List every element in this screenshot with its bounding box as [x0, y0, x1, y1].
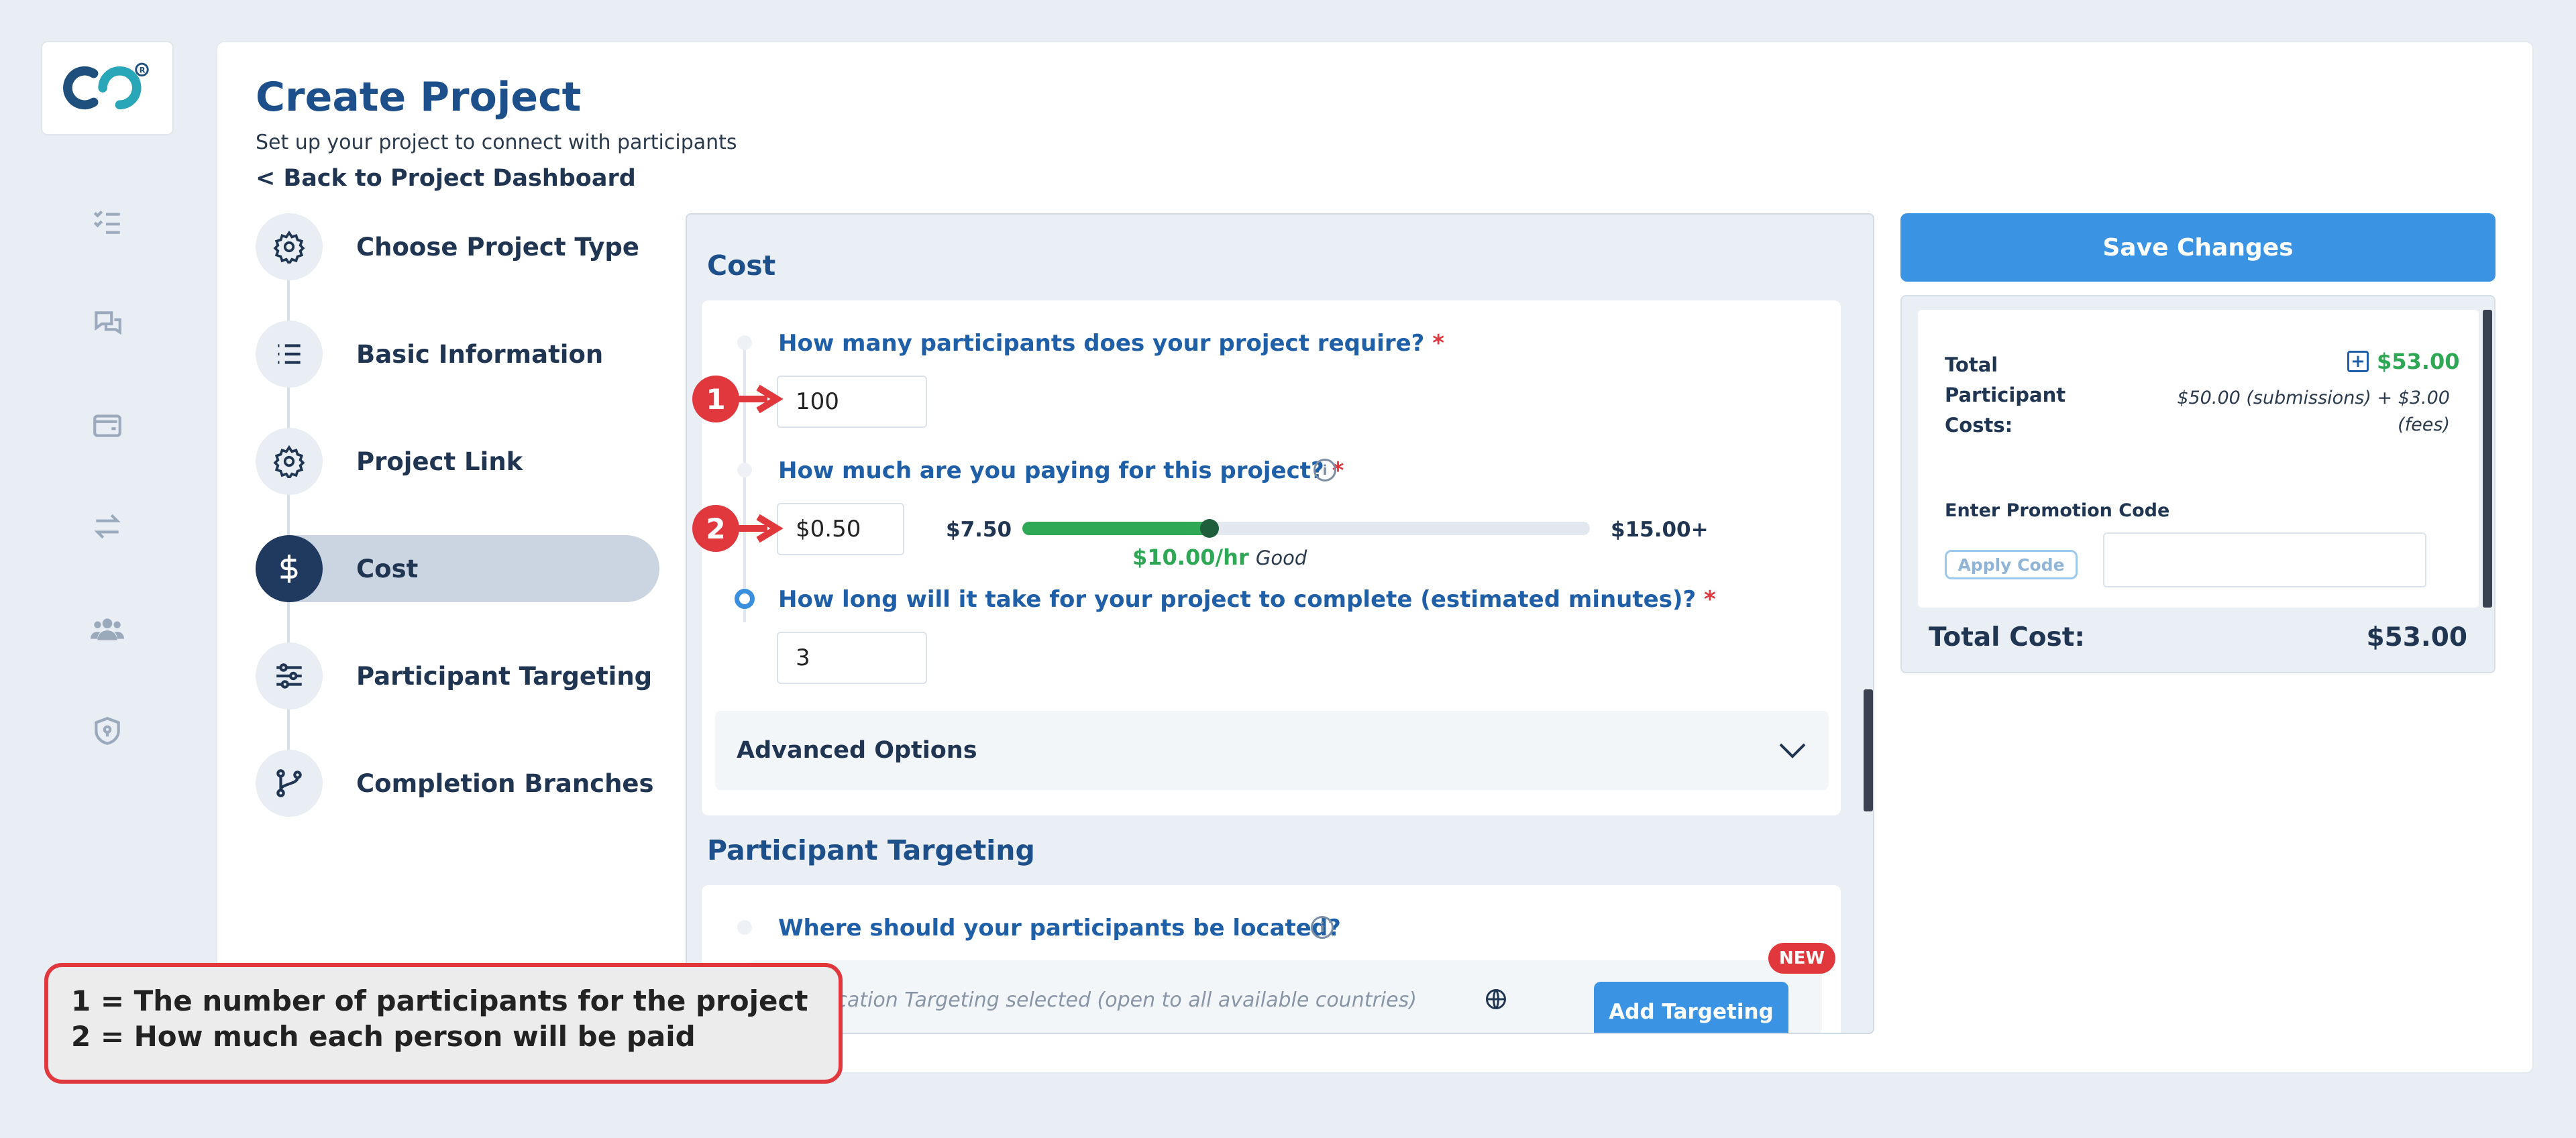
participants-question: How many participants does your project … [778, 330, 1444, 357]
chevron-left-icon: < [256, 165, 284, 192]
info-icon[interactable]: i [1311, 916, 1334, 939]
summary-card: Total Participant Costs: + $53.00 $50.00… [1918, 310, 2492, 608]
slider-fill [1022, 522, 1210, 535]
apply-code-button[interactable]: Apply Code [1945, 550, 2078, 579]
step-cost[interactable]: Cost [256, 535, 659, 602]
shield-icon[interactable] [91, 714, 124, 748]
location-text: No Location Targeting selected (open to … [779, 988, 1417, 1012]
logo-icon: R [63, 62, 149, 110]
step-label: Project Link [356, 447, 523, 476]
cost-card: How many participants does your project … [702, 300, 1841, 815]
question-dot-active [735, 589, 755, 609]
back-link-label: Back to Project Dashboard [283, 165, 636, 192]
step-basic-information[interactable]: Basic Information [256, 321, 603, 388]
cost-summary-panel: Total Participant Costs: + $53.00 $50.00… [1900, 295, 2496, 673]
gear-icon [256, 213, 323, 280]
step-label: Choose Project Type [356, 232, 639, 262]
hourly-rate: $10.00/hr Good [1132, 545, 1307, 570]
step-label: Participant Targeting [356, 661, 653, 691]
duration-input[interactable]: 3 [777, 632, 927, 684]
step-label: Basic Information [356, 339, 604, 369]
payment-input[interactable]: $0.50 [777, 503, 904, 555]
question-dot [737, 920, 752, 935]
summary-scrollbar[interactable] [2483, 310, 2492, 608]
participant-costs-value: $53.00 [2377, 349, 2460, 374]
app-logo[interactable]: R [41, 41, 174, 135]
page-subtitle: Set up your project to connect with part… [256, 131, 737, 154]
step-project-link[interactable]: Project Link [256, 428, 523, 495]
total-participant-costs-label: Total Participant Costs: [1945, 353, 2066, 437]
step-choose-project-type[interactable]: Choose Project Type [256, 213, 639, 280]
save-changes-button[interactable]: Save Changes [1900, 213, 2496, 282]
new-badge: NEW [1768, 943, 1836, 974]
transfer-icon[interactable] [91, 510, 124, 543]
annotation-badge-1: 1 [692, 376, 739, 422]
chevron-down-icon [1779, 743, 1806, 758]
page-title: Create Project [256, 74, 582, 121]
cost-breakdown: $50.00 (submissions) + $3.00 (fees) [2177, 388, 2450, 435]
total-cost-label: Total Cost: [1929, 622, 2085, 652]
dollar-icon [256, 535, 323, 602]
annotation-arrow-2 [734, 514, 784, 543]
total-cost-value: $53.00 [2366, 622, 2468, 652]
promo-code-input[interactable] [2103, 532, 2426, 587]
total-participant-costs: + $53.00 [2347, 349, 2459, 374]
annotation-legend-line-2: 2 = How much each person will be paid [71, 1020, 696, 1053]
targeting-card: Where should your participants be locate… [702, 885, 1841, 1033]
sliders-icon [256, 642, 323, 709]
info-icon[interactable]: i [1313, 459, 1336, 481]
svg-text:R: R [140, 66, 146, 75]
wallet-icon[interactable] [91, 409, 124, 443]
location-question: Where should your participants be locate… [778, 915, 1341, 942]
users-icon[interactable] [91, 612, 124, 646]
advanced-options-toggle[interactable]: Advanced Options [715, 711, 1829, 790]
chat-icon[interactable] [91, 307, 124, 341]
hourly-rate-value: $10.00/hr [1132, 545, 1249, 570]
list-icon [256, 321, 323, 388]
pay-rate-slider[interactable] [1022, 519, 1590, 538]
step-label: Completion Branches [356, 769, 654, 798]
slider-max-label: $15.00+ [1611, 518, 1709, 542]
promo-label: Enter Promotion Code [1945, 500, 2170, 521]
cost-section-title: Cost [707, 249, 776, 282]
location-row: No Location Targeting selected (open to … [749, 960, 1822, 1033]
scrollbar-thumb[interactable] [1864, 689, 1873, 811]
plus-square-icon[interactable]: + [2347, 351, 2369, 372]
slider-min-label: $7.50 [946, 518, 1012, 542]
question-dot [737, 335, 752, 350]
branch-icon [256, 750, 323, 817]
step-label: Cost [356, 554, 419, 583]
annotation-legend: 1 = The number of participants for the p… [44, 963, 843, 1084]
targeting-section-title: Participant Targeting [707, 834, 1035, 866]
participants-input[interactable]: 100 [777, 376, 927, 428]
cost-form-panel: Cost How many participants does your pro… [686, 213, 1874, 1034]
question-dot [737, 463, 752, 477]
hourly-rate-label: Good [1255, 547, 1307, 569]
step-participant-targeting[interactable]: Participant Targeting [256, 642, 652, 709]
annotation-arrow-1 [734, 384, 784, 414]
advanced-options-label: Advanced Options [737, 737, 977, 764]
checklist-icon[interactable] [91, 205, 124, 238]
annotation-badge-2: 2 [692, 505, 739, 552]
step-completion-branches[interactable]: Completion Branches [256, 750, 654, 817]
gear-icon [256, 428, 323, 495]
duration-question: How long will it take for your project t… [778, 586, 1716, 613]
slider-thumb[interactable] [1200, 519, 1220, 538]
question-connector [743, 341, 746, 622]
back-link[interactable]: < Back to Project Dashboard [256, 165, 636, 192]
add-targeting-button[interactable]: Add Targeting [1594, 982, 1788, 1033]
globe-icon [1484, 987, 1508, 1011]
payment-question: How much are you paying for this project… [778, 457, 1344, 484]
annotation-legend-line-1: 1 = The number of participants for the p… [71, 984, 808, 1017]
